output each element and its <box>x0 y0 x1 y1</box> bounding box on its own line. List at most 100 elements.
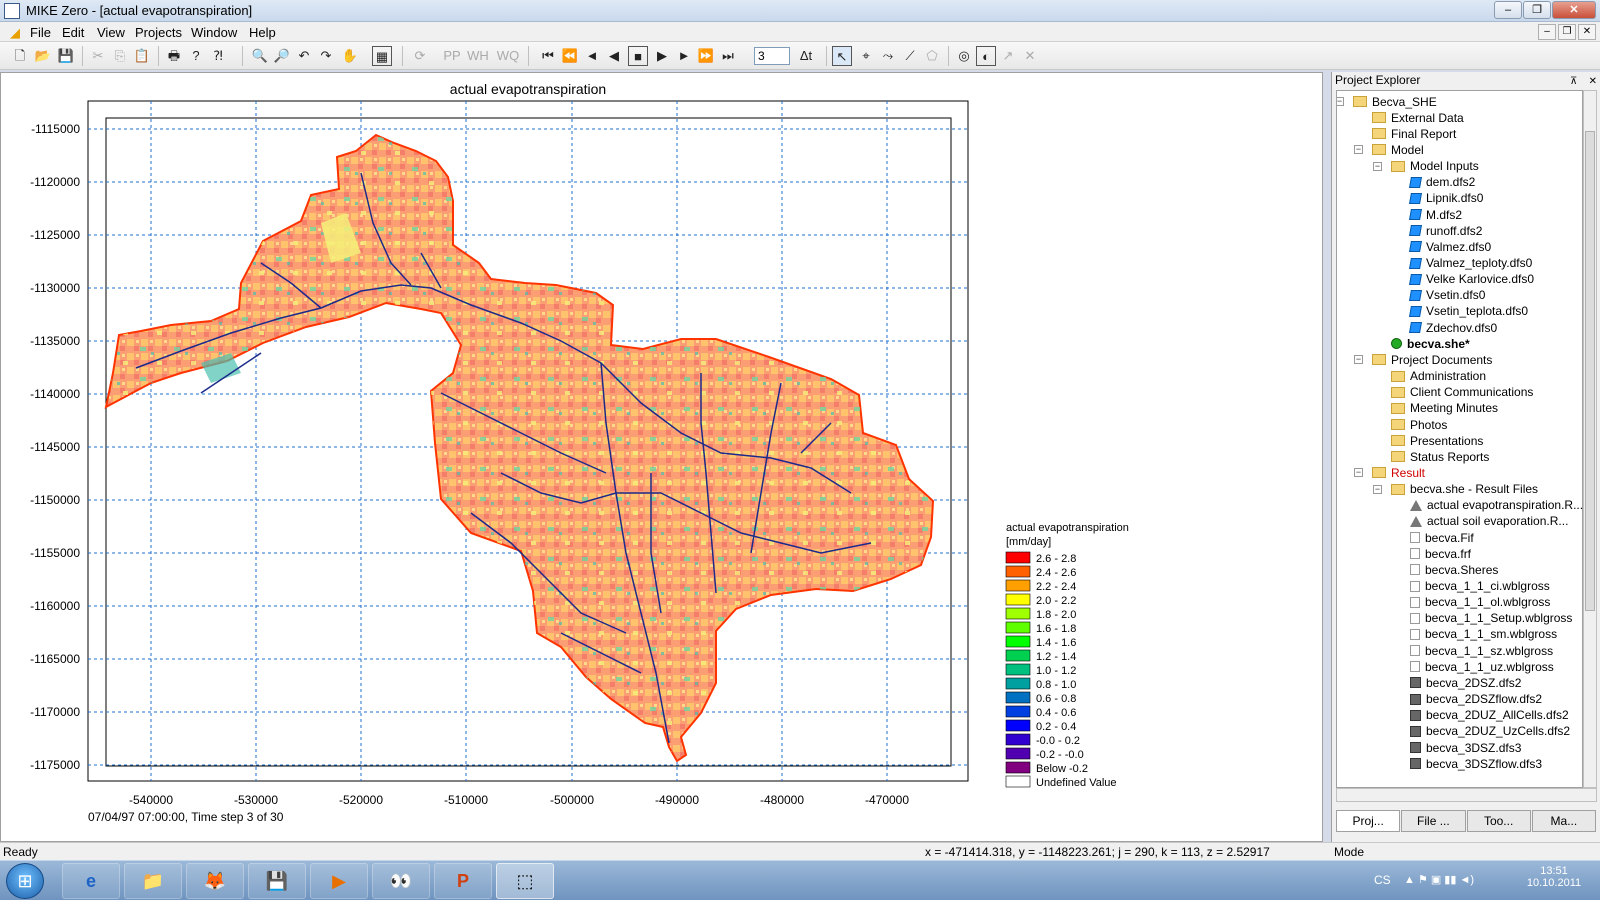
tree-item[interactable]: M.dfs2 <box>1409 206 1462 223</box>
tree-item[interactable]: Zdechov.dfs0 <box>1409 319 1497 336</box>
tree-item[interactable]: becva_1_1_ol.wblgross <box>1410 594 1550 611</box>
tree-item[interactable]: becva.frf <box>1410 545 1471 562</box>
zoom-in-icon[interactable]: 🔍 <box>250 46 270 66</box>
play-icon[interactable]: ▶ <box>652 46 672 66</box>
app-icon[interactable] <box>4 3 20 19</box>
tab-map[interactable]: Ma... <box>1531 810 1596 832</box>
tree-item[interactable]: becva_1_1_ci.wblgross <box>1410 578 1550 595</box>
menu-window[interactable]: Window <box>191 25 237 40</box>
zoom-back-icon[interactable]: ↶ <box>294 46 314 66</box>
tree-item[interactable]: dem.dfs2 <box>1409 174 1475 191</box>
start-button[interactable]: ⊞ <box>6 863 44 899</box>
paste-icon[interactable]: 📋 <box>132 46 152 66</box>
refresh-icon[interactable]: ⟳ <box>410 46 430 66</box>
tree-item[interactable]: becva.she* <box>1391 335 1470 352</box>
project-tree[interactable]: − Becva_SHE External Data Final Report − Mode… <box>1336 90 1583 788</box>
tree-item[interactable]: becva_3DSZ.dfs3 <box>1410 739 1521 756</box>
tab-file[interactable]: File ... <box>1401 810 1466 832</box>
tree-item[interactable]: Result <box>1372 464 1425 481</box>
stop-icon[interactable]: ■ <box>628 46 648 66</box>
zoom-forward-icon[interactable]: ↷ <box>316 46 336 66</box>
tree-item[interactable]: becva_1_1_sz.wblgross <box>1410 642 1553 659</box>
next-step-icon[interactable]: ⏩ <box>696 46 716 66</box>
explorer-folder-icon[interactable]: 📁 <box>124 863 182 899</box>
tree-expander[interactable]: − <box>1354 468 1363 478</box>
explorer-close-icon[interactable]: ✕ <box>1589 76 1597 87</box>
tree-item[interactable]: becva.she - Result Files <box>1391 481 1538 498</box>
tree-item[interactable]: Model <box>1372 141 1424 158</box>
ie-icon[interactable]: e <box>62 863 120 899</box>
tree-item[interactable]: Client Communications <box>1391 384 1533 401</box>
tree-item[interactable]: becva_3DSZflow.dfs3 <box>1410 755 1542 772</box>
tree-item[interactable]: becva_2DSZ.dfs2 <box>1410 674 1521 691</box>
language-indicator[interactable]: CS <box>1374 873 1391 887</box>
tree-item[interactable]: becva_1_1_sm.wblgross <box>1410 626 1557 643</box>
tree-item[interactable]: runoff.dfs2 <box>1409 222 1482 239</box>
catchment-map[interactable] <box>104 133 935 763</box>
tree-item[interactable]: Meeting Minutes <box>1391 400 1498 417</box>
tree-item[interactable]: Valmez.dfs0 <box>1409 238 1491 255</box>
context-help-icon[interactable]: ⁈ <box>208 46 228 66</box>
tree-expander[interactable]: − <box>1373 161 1382 171</box>
layer-icon[interactable]: ◎ <box>954 46 974 66</box>
pp-icon[interactable]: PP <box>440 46 464 66</box>
save-icon[interactable]: 💾 <box>56 46 76 66</box>
tree-item[interactable]: Lipnik.dfs0 <box>1409 190 1483 207</box>
last-step-icon[interactable]: ⏭ <box>718 46 738 66</box>
tree-item[interactable]: actual evapotranspiration.R... <box>1410 497 1582 514</box>
doc-restore-button[interactable]: ❐ <box>1558 24 1576 40</box>
tree-expander[interactable]: − <box>1337 97 1344 106</box>
menu-view[interactable]: View <box>97 25 125 40</box>
open-folder-icon[interactable]: 📂 <box>33 46 53 66</box>
tree-item[interactable]: actual soil evaporation.R... <box>1410 513 1568 530</box>
menu-file[interactable]: File <box>30 25 51 40</box>
cut-icon[interactable]: ✂ <box>88 46 108 66</box>
map-plot[interactable]: actual evapotranspiration -1115000 -1120… <box>1 73 1322 841</box>
new-file-icon[interactable]: 🗋 <box>10 46 30 66</box>
tree-item[interactable]: Administration <box>1391 368 1486 385</box>
restore-button[interactable]: ❐ <box>1523 1 1551 19</box>
cancel-tool-icon[interactable]: ✕ <box>1020 46 1040 66</box>
pick-point-icon[interactable]: ⌖ <box>856 46 876 66</box>
tray-icons[interactable]: ▲ ⚑ ▣ ▮▮ ◄) <box>1404 873 1474 886</box>
step-forward-icon[interactable]: ► <box>674 46 694 66</box>
copy-icon[interactable]: ⎘ <box>110 46 130 66</box>
pan-hand-icon[interactable]: ✋ <box>340 46 360 66</box>
tree-item[interactable]: becva.Fif <box>1410 529 1474 546</box>
menu-help[interactable]: Help <box>249 25 276 40</box>
tree-item[interactable]: Vsetin_teplota.dfs0 <box>1409 303 1528 320</box>
tree-item[interactable]: Becva_SHE <box>1353 93 1437 110</box>
plot-window[interactable]: actual evapotranspiration -1115000 -1120… <box>0 72 1323 842</box>
color-scale-icon[interactable]: ◐ <box>976 46 996 66</box>
menu-edit[interactable]: Edit <box>62 25 84 40</box>
tree-expander[interactable]: − <box>1354 145 1363 155</box>
tree-item[interactable]: becva.Sheres <box>1410 561 1498 578</box>
tree-item[interactable]: Velke Karlovice.dfs0 <box>1409 271 1534 288</box>
tree-item[interactable]: Status Reports <box>1391 448 1489 465</box>
close-button[interactable]: ✕ <box>1552 1 1596 19</box>
tree-item[interactable]: Vsetin.dfs0 <box>1409 287 1485 304</box>
line-tool-icon[interactable]: ⟋ <box>900 46 920 66</box>
arrow-tool-icon[interactable]: ↗ <box>998 46 1018 66</box>
zoom-out-icon[interactable]: 🔎 <box>272 46 292 66</box>
media-player-icon[interactable]: ▶ <box>310 863 368 899</box>
tree-item[interactable]: Model Inputs <box>1391 158 1479 175</box>
tab-tools[interactable]: Too... <box>1466 810 1531 832</box>
step-back-icon[interactable]: ◄ <box>582 46 602 66</box>
mike-zero-taskbar-icon[interactable]: ⬚ <box>496 863 554 899</box>
wq-icon[interactable]: WQ <box>496 46 520 66</box>
clock[interactable]: 13:51 10.10.2011 <box>1524 865 1584 889</box>
help-icon[interactable]: ? <box>186 46 206 66</box>
menu-projects[interactable]: Projects <box>135 25 182 40</box>
wh-icon[interactable]: WH <box>466 46 490 66</box>
minimize-button[interactable]: – <box>1494 1 1522 19</box>
tree-item[interactable]: Presentations <box>1391 432 1483 449</box>
tree-item[interactable]: Photos <box>1391 416 1447 433</box>
tree-item[interactable]: Project Documents <box>1372 351 1492 368</box>
prev-step-icon[interactable]: ⏪ <box>560 46 580 66</box>
tree-expander[interactable]: − <box>1373 484 1382 494</box>
tree-item[interactable]: becva_2DUZ_AllCells.dfs2 <box>1410 707 1569 724</box>
tab-project[interactable]: Proj... <box>1336 810 1401 832</box>
profile-icon[interactable]: ⤳ <box>878 46 898 66</box>
print-icon[interactable]: 🖶 <box>164 46 184 66</box>
